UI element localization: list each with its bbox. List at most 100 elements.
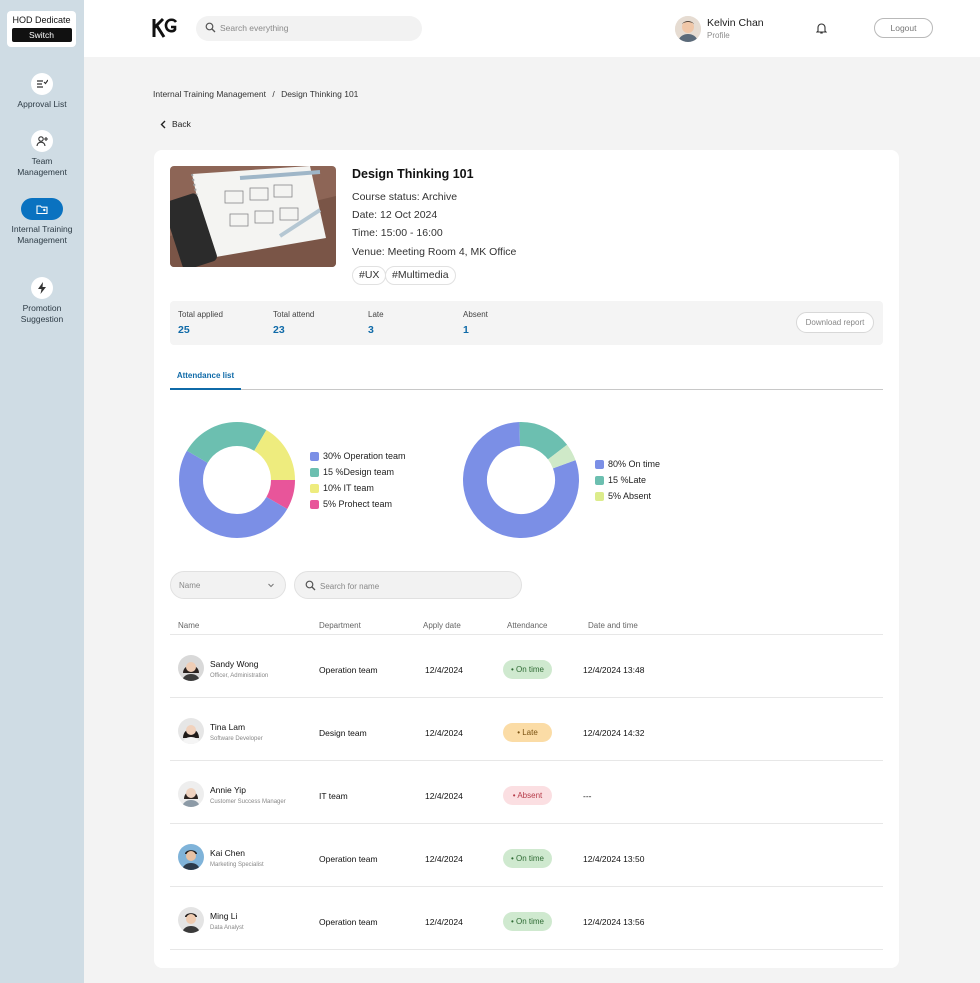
row-name: Ming Li xyxy=(210,911,238,921)
row-department: Design team xyxy=(319,728,367,738)
status-badge: • Absent xyxy=(503,786,552,805)
user-role[interactable]: Profile xyxy=(707,31,730,40)
sidebar-item-team-management[interactable]: Team Management xyxy=(0,130,84,178)
table-row[interactable]: Annie Yip Customer Success Manager IT te… xyxy=(170,761,883,824)
logout-button[interactable]: Logout xyxy=(874,18,933,38)
row-date-time: --- xyxy=(583,791,592,801)
column-header-apply-date[interactable]: Apply date xyxy=(423,621,461,630)
row-role: Marketing Specialist xyxy=(210,862,264,868)
row-department: IT team xyxy=(319,791,348,801)
avatar xyxy=(178,655,204,681)
bell-icon[interactable] xyxy=(816,22,827,34)
breadcrumb-parent[interactable]: Internal Training Management xyxy=(153,89,266,99)
status-legend: 80% On time 15 %Late 5% Absent xyxy=(595,456,660,504)
column-header-attendance[interactable]: Attendance xyxy=(507,621,547,630)
stats-panel: Total applied 25 Total attend 23 Late 3 Abs… xyxy=(170,301,883,345)
row-date-time: 12/4/2024 13:50 xyxy=(583,854,645,864)
course-card: Design Thinking 101 Course status: Archi… xyxy=(154,150,899,968)
search-icon xyxy=(205,22,216,33)
name-select[interactable]: Name xyxy=(170,571,286,599)
avatar xyxy=(178,907,204,933)
role-switcher: HOD Dedicate Switch xyxy=(7,11,76,47)
sidebar: HOD Dedicate Switch Approval List Team M… xyxy=(0,0,84,983)
switch-button[interactable]: Switch xyxy=(11,28,72,42)
legend-item: 5% Absent xyxy=(595,488,660,504)
breadcrumb-separator: / xyxy=(272,89,275,99)
column-header-name[interactable]: Name xyxy=(178,621,199,630)
lightning-icon xyxy=(38,282,46,294)
brand-logo[interactable] xyxy=(152,17,178,39)
row-department: Operation team xyxy=(319,854,378,864)
download-report-button[interactable]: Download report xyxy=(796,312,874,333)
back-label: Back xyxy=(172,119,191,129)
column-header-date-time[interactable]: Date and time xyxy=(588,621,638,630)
sidebar-item-label: Approval List xyxy=(17,99,67,109)
column-header-department[interactable]: Department xyxy=(319,621,361,630)
team-legend: 30% Operation team 15 %Design team 10% I… xyxy=(310,448,406,512)
row-department: Operation team xyxy=(319,917,378,927)
back-button[interactable]: Back xyxy=(160,119,191,129)
avatar xyxy=(178,844,204,870)
legend-item: 15 %Late xyxy=(595,472,660,488)
row-apply-date: 12/4/2024 xyxy=(425,791,463,801)
stat-absent: Absent 1 xyxy=(463,310,488,336)
chevron-down-icon xyxy=(268,583,274,588)
table-row[interactable]: Ming Li Data Analyst Operation team 12/4… xyxy=(170,887,883,950)
avatar[interactable] xyxy=(675,16,701,42)
legend-item: 80% On time xyxy=(595,456,660,472)
row-date-time: 12/4/2024 13:48 xyxy=(583,665,645,675)
row-role: Data Analyst xyxy=(210,925,244,931)
legend-item: 10% IT team xyxy=(310,480,406,496)
course-tag: #Multimedia xyxy=(385,266,456,285)
legend-item: 15 %Design team xyxy=(310,464,406,480)
user-name[interactable]: Kelvin Chan xyxy=(707,17,764,29)
status-badge: • On time xyxy=(503,849,552,868)
sidebar-item-promotion-suggestion[interactable]: Promotion Suggestion xyxy=(0,277,84,325)
row-name: Annie Yip xyxy=(210,785,246,795)
course-title: Design Thinking 101 xyxy=(352,167,474,181)
stat-total-attend: Total attend 23 xyxy=(273,310,315,336)
row-role: Software Developer xyxy=(210,736,263,742)
row-name: Kai Chen xyxy=(210,848,245,858)
sidebar-item-approval-list[interactable]: Approval List xyxy=(0,73,84,110)
legend-item: 5% Prohect team xyxy=(310,496,406,512)
status-badge: • On time xyxy=(503,660,552,679)
course-date: Date: 12 Oct 2024 xyxy=(352,209,438,221)
table-row[interactable]: Sandy Wong Officer, Administration Opera… xyxy=(170,635,883,698)
legend-item: 30% Operation team xyxy=(310,448,406,464)
role-name: HOD Dedicate xyxy=(12,15,71,25)
sidebar-item-internal-training[interactable]: Internal Training Management xyxy=(0,198,84,246)
status-donut-chart xyxy=(463,422,579,538)
sidebar-item-label: Internal Training Management xyxy=(11,224,73,245)
avatar xyxy=(178,718,204,744)
row-role: Officer, Administration xyxy=(210,673,269,679)
sidebar-item-label: Team Management xyxy=(17,156,67,177)
row-role: Customer Success Manager xyxy=(210,799,286,805)
row-apply-date: 12/4/2024 xyxy=(425,854,463,864)
tab-attendance-list[interactable]: Attendance list xyxy=(170,366,241,390)
checklist-icon xyxy=(37,79,48,88)
row-date-time: 12/4/2024 13:56 xyxy=(583,917,645,927)
global-search-input[interactable]: Search everything xyxy=(196,16,422,41)
folder-user-icon xyxy=(36,204,48,214)
row-name: Tina Lam xyxy=(210,722,246,732)
course-time: Time: 15:00 - 16:00 xyxy=(352,227,443,239)
row-name: Sandy Wong xyxy=(210,659,259,669)
table-row[interactable]: Tina Lam Software Developer Design team … xyxy=(170,698,883,761)
row-department: Operation team xyxy=(319,665,378,675)
add-user-icon xyxy=(36,136,48,147)
breadcrumb-current: Design Thinking 101 xyxy=(281,89,359,99)
course-venue: Venue: Meeting Room 4, MK Office xyxy=(352,246,517,258)
course-tag: #UX xyxy=(352,266,387,285)
avatar xyxy=(178,781,204,807)
row-apply-date: 12/4/2024 xyxy=(425,665,463,675)
table-row[interactable]: Kai Chen Marketing Specialist Operation … xyxy=(170,824,883,887)
stat-total-applied: Total applied 25 xyxy=(178,310,223,336)
stat-late: Late 3 xyxy=(368,310,384,336)
name-search-input[interactable]: Search for name xyxy=(294,571,522,599)
chevron-left-icon xyxy=(160,120,166,128)
course-image xyxy=(170,166,336,267)
row-apply-date: 12/4/2024 xyxy=(425,728,463,738)
search-icon xyxy=(305,580,316,591)
course-status: Course status: Archive xyxy=(352,191,458,203)
